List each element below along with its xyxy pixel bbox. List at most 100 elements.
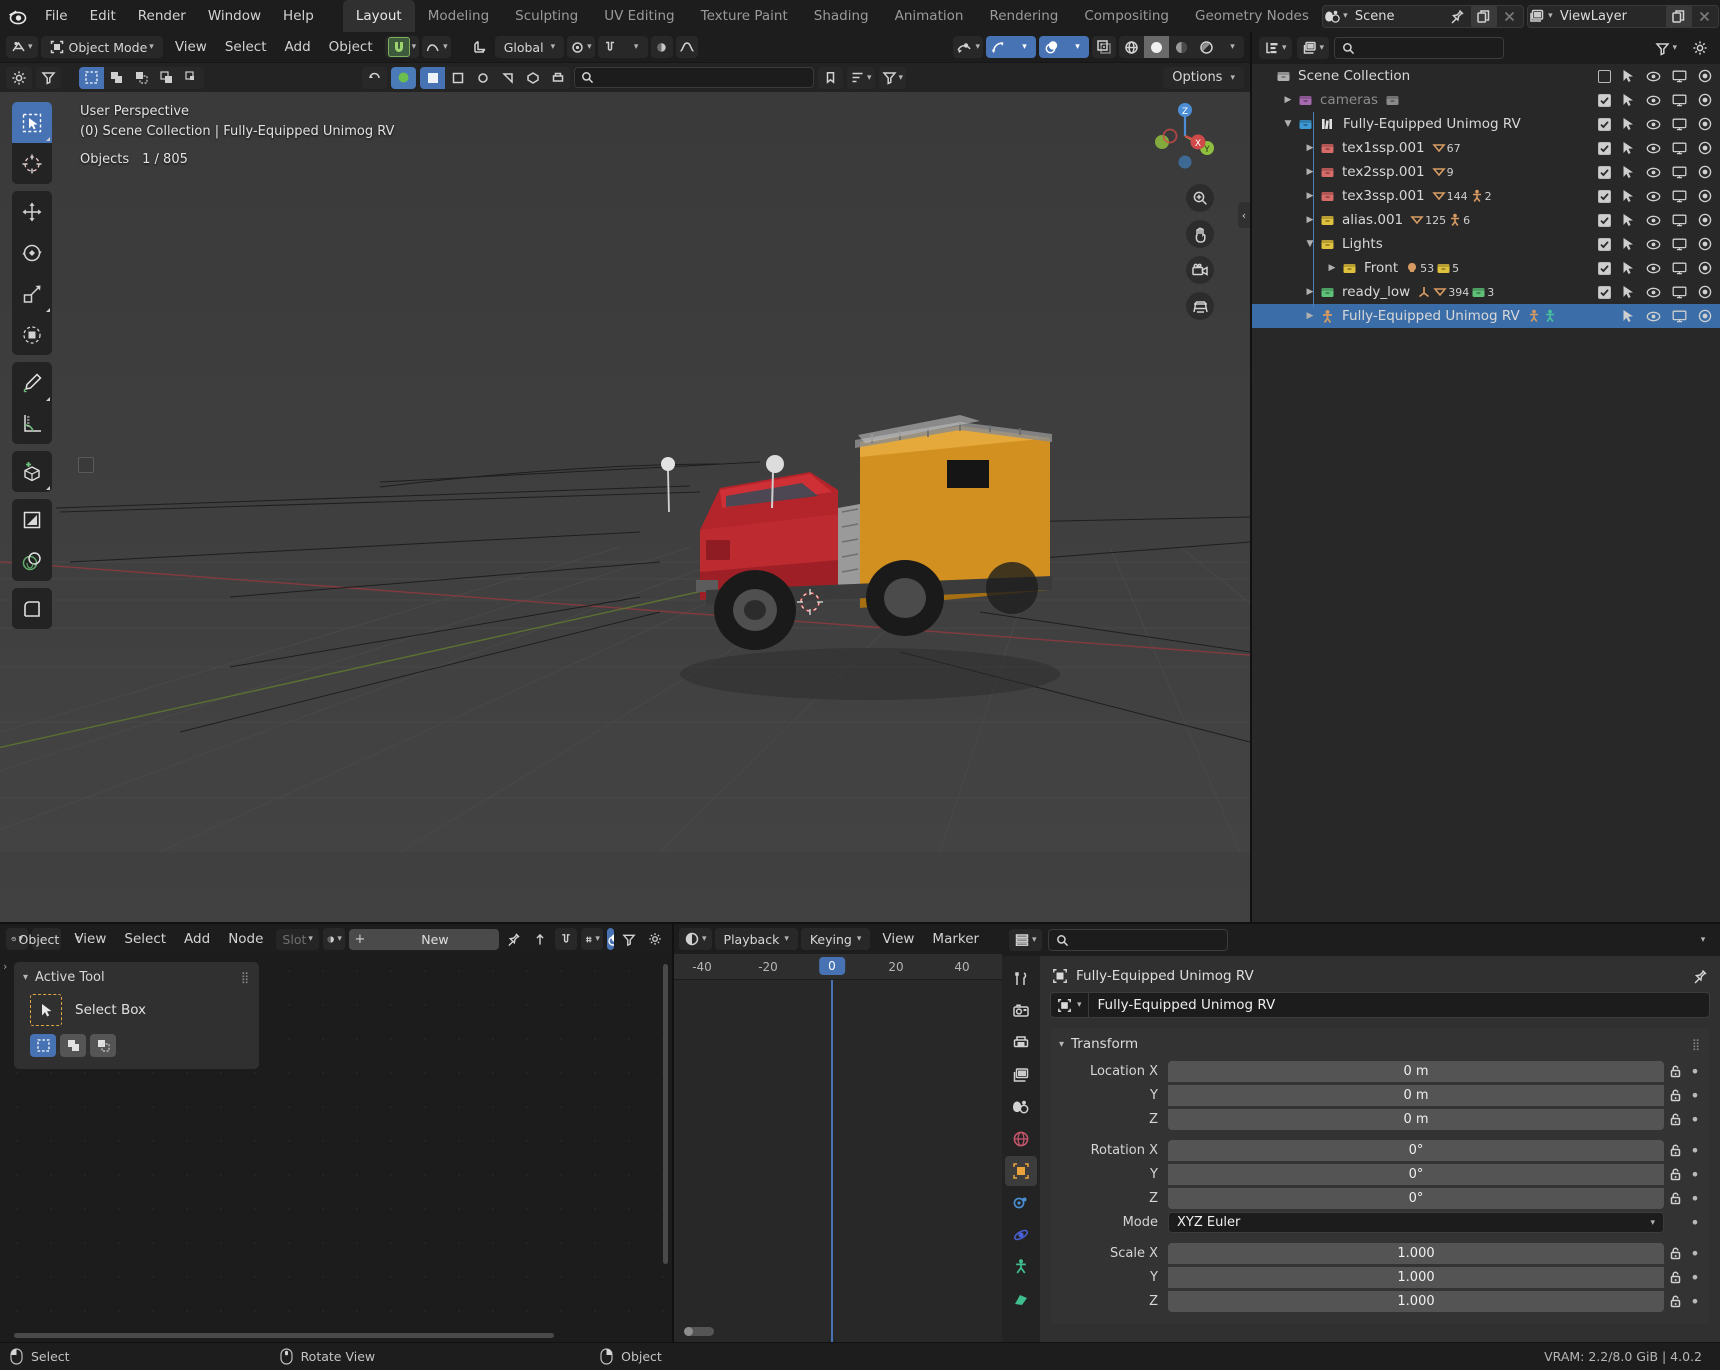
monitor-disable-viewport-icon[interactable] [1672,238,1687,251]
properties-search-input[interactable] [1048,929,1228,951]
cursor-selectable-icon[interactable] [1622,237,1635,251]
go-to-parent-icon[interactable] [529,928,551,950]
falloff-curve-icon[interactable] [676,36,698,58]
camera-disable-render-icon[interactable] [1698,189,1712,203]
app-menu-render[interactable]: Render [127,5,197,27]
constraint-icon[interactable] [1005,1252,1037,1282]
number-field[interactable]: 0° [1168,1140,1664,1161]
node-overlay-icon[interactable] [607,928,614,950]
sphere-projection-tool[interactable] [12,540,52,581]
workspace-tab-compositing[interactable]: Compositing [1071,0,1182,32]
node-overlay-group[interactable]: ▾ [607,928,614,950]
snap-dropdown-icon[interactable]: ▾ [623,36,648,58]
cursor-selectable-icon[interactable] [1622,165,1635,179]
3d-viewport[interactable]: User Perspective (0) Scene Collection | … [0,92,1250,922]
number-field[interactable]: 0° [1168,1188,1664,1209]
workspace-tab-texture-paint[interactable]: Texture Paint [688,0,801,32]
select-subtract-icon[interactable] [90,1034,116,1057]
viewlayer-selector[interactable]: ▾ ViewLayer [1527,5,1719,28]
monitor-disable-viewport-icon[interactable] [1672,310,1687,323]
eye-visibility-icon[interactable] [1646,167,1661,178]
animate-property-dot[interactable]: • [1686,1294,1704,1310]
zoom-icon[interactable] [1186,184,1214,212]
physics-orbit-icon[interactable] [1005,1220,1037,1250]
shading-solid-icon[interactable] [1144,36,1169,58]
app-menu-edit[interactable]: Edit [79,5,127,27]
printer-icon[interactable] [1005,1028,1037,1058]
cursor-tool[interactable] [12,143,52,184]
checkbox-selectable[interactable] [1598,262,1611,275]
workspace-tab-uv-editing[interactable]: UV Editing [591,0,687,32]
pin-icon[interactable] [1693,969,1708,984]
outliner-row[interactable]: ▶Front535 [1252,256,1720,280]
number-field[interactable]: 1.000 [1168,1291,1664,1312]
object-square-icon[interactable] [1005,1156,1037,1186]
funnel-filter-icon[interactable] [618,928,640,950]
monitor-disable-viewport-icon[interactable] [1672,214,1687,227]
workspace-tab-modeling[interactable]: Modeling [415,0,502,32]
checkbox-selectable[interactable] [1598,214,1611,227]
disclosure-right-icon[interactable]: ▶ [1300,287,1320,297]
number-field[interactable]: 1.000 [1168,1267,1664,1288]
lock-icon[interactable] [1664,1088,1686,1103]
world-globe-icon[interactable] [1005,1124,1037,1154]
animate-property-dot[interactable]: • [1686,1143,1704,1159]
images-icon[interactable] [1005,1060,1037,1090]
ortho-persp-toggle-icon[interactable] [1186,292,1214,320]
shader-type-selector[interactable]: Object ▾ [32,928,61,950]
cursor-selectable-icon[interactable] [1622,141,1635,155]
transform-panel-header[interactable]: ▾ Transform ⣿ [1050,1034,1710,1060]
workspace-tab-sculpting[interactable]: Sculpting [502,0,591,32]
search-input[interactable] [574,67,814,88]
checkbox-selectable[interactable] [1598,286,1611,299]
snap-volume-icon[interactable] [520,67,545,89]
camera-view-icon[interactable] [1186,256,1214,284]
animate-property-dot[interactable]: • [1686,1167,1704,1183]
camera-disable-render-icon[interactable] [1698,93,1712,107]
shader-menu-add[interactable]: Add [175,929,219,949]
keying-menu[interactable]: Keying ▾ [801,928,871,950]
panel-grip[interactable]: ⣿ [241,971,250,984]
animate-property-dot[interactable]: • [1686,1270,1704,1286]
select-extend-icon[interactable] [60,1034,86,1057]
checkbox-selectable[interactable] [1598,238,1611,251]
disclosure-down-icon[interactable]: ▼ [1300,239,1320,249]
plus-icon[interactable]: + [349,929,371,950]
camera-disable-render-icon[interactable] [1698,69,1712,83]
select-set-icon[interactable] [30,1034,56,1057]
eye-visibility-icon[interactable] [1646,143,1661,154]
disclosure-right-icon[interactable]: ▶ [1300,191,1320,201]
workspace-tab-rendering[interactable]: Rendering [976,0,1071,32]
number-field[interactable]: 0 m [1168,1085,1664,1106]
checkbox-selectable[interactable] [1598,70,1611,83]
shading-dropdown-icon[interactable]: ▾ [1219,36,1244,58]
remove-viewlayer-icon[interactable] [1692,5,1718,28]
disclosure-right-icon[interactable]: ▶ [1322,263,1342,273]
options-mirror-icon[interactable] [651,36,673,58]
new-material-group[interactable]: + New [349,929,499,950]
lock-icon[interactable] [1664,1167,1686,1182]
camera-disable-render-icon[interactable] [1698,141,1712,155]
animate-property-dot[interactable]: • [1686,1215,1704,1231]
measure-tool[interactable] [12,403,52,444]
eye-visibility-icon[interactable] [1646,215,1661,226]
animate-property-dot[interactable]: • [1686,1112,1704,1128]
active-tool-row[interactable]: Select Box [14,991,259,1034]
current-frame-badge[interactable]: 0 [819,957,845,975]
object-id-field[interactable]: ▾ Fully-Equipped Unimog RV [1050,992,1710,1018]
app-menu-window[interactable]: Window [197,5,272,27]
funnel-filter-icon[interactable]: ▾ [879,67,907,89]
scene-selector[interactable]: ▾ Scene [1322,5,1524,28]
lock-icon[interactable] [1664,1246,1686,1261]
pivot-point-icon[interactable]: ▾ [567,36,595,58]
animate-property-dot[interactable]: • [1686,1246,1704,1262]
disclosure-right-icon[interactable]: ▶ [1300,143,1320,153]
timeline-hscrollbar[interactable] [684,1327,714,1336]
monitor-disable-viewport-icon[interactable] [1672,142,1687,155]
eye-visibility-icon[interactable] [1646,239,1661,250]
viewport-menu-object[interactable]: Object [320,37,382,57]
snap-print-icon[interactable] [545,67,570,89]
overlays-toggle-group[interactable]: ▾ [1039,36,1089,58]
snap-magnet-toggle-icon[interactable] [598,36,623,58]
armature-data-icon[interactable] [1005,1284,1037,1314]
